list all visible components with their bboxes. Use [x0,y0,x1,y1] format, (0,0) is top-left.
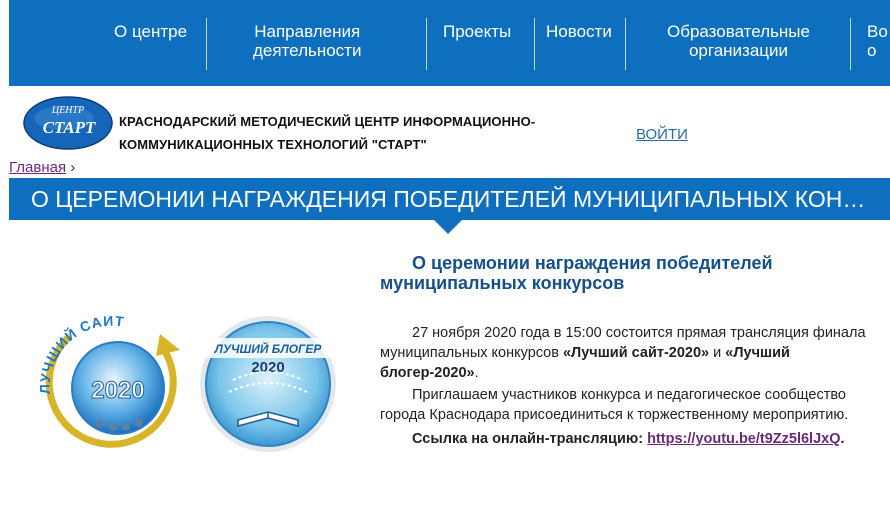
best-site-badge: 2020 ЛУЧШИЙ САЙТ [30,311,188,452]
nav-item-about[interactable]: О центре [114,22,187,41]
best-site-badge-icon: 2020 ЛУЧШИЙ САЙТ [37,311,180,448]
site-title: КРАСНОДАРСКИЙ МЕТОДИЧЕСКИЙ ЦЕНТР ИНФОРМА… [119,110,559,156]
nav-label: Во [867,22,888,41]
breadcrumb: Главная › [9,159,75,176]
site-title-line: КРАСНОДАРСКИЙ МЕТОДИЧЕСКИЙ ЦЕНТР ИНФОРМА… [119,114,536,129]
site-logo[interactable]: ЦЕНТР СТАРТ [22,94,114,152]
nav-label: Направления [254,22,361,41]
nav-item-directions[interactable]: Направления деятельности [253,22,361,60]
nav-item-projects[interactable]: Проекты [443,22,511,41]
stream-link[interactable]: https://youtu.be/t9Zz5l6lJxQ [647,431,840,447]
nav-label: деятельности [253,41,362,60]
site-title-line: КОММУНИКАЦИОННЫХ ТЕХНОЛОГИЙ "СТАРТ" [119,137,427,152]
nav-item-more[interactable]: Во о [867,22,888,60]
article-paragraph-invite: Приглашаем участников конкурса и педагог… [380,387,849,423]
breadcrumb-home-link[interactable]: Главная [9,159,66,176]
start-logo-icon: ЦЕНТР СТАРТ [23,96,113,150]
breadcrumb-separator: › [70,159,76,176]
blogger-badge-text: ЛУЧШИЙ БЛОГЕР [214,340,323,356]
paragraph-text: . [474,365,479,381]
logo-main-text: СТАРТ [43,118,96,137]
paragraph-text: . [840,431,845,447]
nav-item-schools[interactable]: Образовательные организации [667,22,810,60]
nav-label: о [867,41,877,60]
logo-top-text: ЦЕНТР [51,105,84,116]
nav-divider [534,18,535,70]
nav-divider [850,18,851,70]
nav-label: Образовательные [667,22,810,41]
paragraph-text: и [709,345,726,361]
nav-label: Проекты [443,22,512,41]
site-badge-year: 2020 [91,377,144,404]
page-title-bar: О ЦЕРЕМОНИИ НАГРАЖДЕНИЯ ПОБЕДИТЕЛЕЙ МУНИ… [9,178,890,220]
nav-divider [206,18,207,70]
nav-label: Новости [546,22,612,41]
nav-divider [625,18,626,70]
nav-label: О центре [114,22,188,41]
login-link[interactable]: ВОЙТИ [636,126,688,143]
nav-label: организации [688,41,789,60]
nav-item-news[interactable]: Новости [546,22,612,41]
title-bar-pointer [432,218,464,234]
page-title: О ЦЕРЕМОНИИ НАГРАЖДЕНИЯ ПОБЕДИТЕЛЕЙ МУНИ… [31,186,866,212]
best-blogger-badge: ЛУЧШИЙ БЛОГЕР 2020 [193,312,343,454]
article-title: О церемонии награждения победителей муни… [380,253,773,293]
top-navigation: О центре Направления деятельности Проект… [9,0,890,86]
nav-divider [426,18,427,70]
stream-link-label: Ссылка на онлайн-трансляцию: [412,431,648,447]
article-paragraph-link: Ссылка на онлайн-трансляцию: https://you… [380,429,880,449]
contest-name-site: «Лучший сайт-2020» [562,345,710,361]
best-blogger-badge-icon: ЛУЧШИЙ БЛОГЕР 2020 [200,316,336,452]
article-paragraph-broadcast: 27 ноября 2020 года в 15:00 состоится пр… [380,323,880,383]
